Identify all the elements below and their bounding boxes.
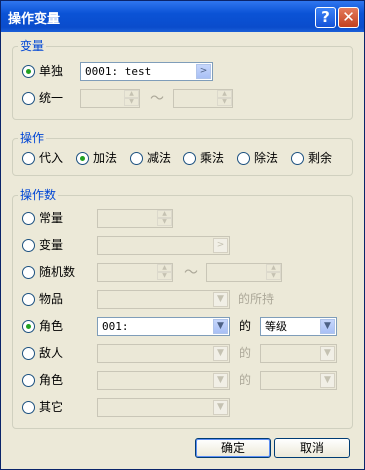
spinner-arrows-icon[interactable]: ▲ ▼ [157, 264, 172, 281]
single-variable-label: 单独 [39, 64, 64, 78]
character-attribute-select[interactable]: ▼ [260, 371, 337, 390]
operand-item-radio[interactable] [22, 293, 35, 306]
operation-group-title: 操作 [18, 131, 47, 145]
chevron-down-icon[interactable]: ▼ [320, 373, 335, 388]
op-modulo-label: 剩余 [308, 151, 333, 165]
operand-group-title: 操作数 [18, 188, 59, 202]
title-bar: 操作变量 ? ✕ [1, 1, 364, 32]
chevron-down-icon[interactable]: ▼ [213, 373, 228, 388]
op-subtract-radio[interactable] [130, 152, 143, 165]
variable-group [12, 46, 353, 120]
op-divide-radio[interactable] [237, 152, 250, 165]
operand-variable-label: 变量 [39, 238, 64, 252]
spinner-arrows-icon[interactable]: ▲ ▼ [266, 264, 281, 281]
single-variable-value: 0001: test [85, 65, 152, 78]
close-icon[interactable]: ✕ [338, 7, 359, 28]
chevron-down-icon[interactable]: ▼ [213, 400, 228, 415]
op-add-label: 加法 [93, 151, 118, 165]
random-range-separator: ～ [184, 265, 198, 281]
actor-select-value: 001: [102, 320, 129, 333]
cancel-button[interactable]: 取消 [274, 438, 350, 458]
range-separator: ～ [150, 91, 164, 107]
window-title: 操作变量 [8, 12, 61, 27]
op-modulo-radio[interactable] [291, 152, 304, 165]
ok-button[interactable]: 确定 [195, 438, 271, 458]
actor-select[interactable]: 001: ▼ [97, 317, 230, 336]
actor-attribute-value: 等级 [265, 320, 287, 333]
spinner-arrows-icon[interactable]: ▲ ▼ [157, 210, 172, 227]
random-min-spinner[interactable]: ▲ ▼ [97, 263, 173, 282]
operand-enemy-radio[interactable] [22, 347, 35, 360]
item-select[interactable]: ▼ [97, 290, 230, 309]
operand-variable-select[interactable]: > [97, 236, 230, 255]
op-add-radio[interactable] [76, 152, 89, 165]
chevron-down-icon[interactable]: ▼ [213, 292, 228, 307]
chevron-right-icon[interactable]: > [196, 64, 211, 79]
operand-variable-radio[interactable] [22, 239, 35, 252]
operand-other-label: 其它 [39, 400, 64, 414]
other-select[interactable]: ▼ [97, 398, 230, 417]
operand-other-radio[interactable] [22, 401, 35, 414]
spinner-arrows-icon[interactable]: ▲ ▼ [217, 90, 232, 107]
chevron-down-icon[interactable]: ▼ [213, 346, 228, 361]
operand-constant-label: 常量 [39, 211, 64, 225]
actor-of-label: 的 [239, 319, 252, 333]
character-select[interactable]: ▼ [97, 371, 230, 390]
op-multiply-label: 乘法 [200, 151, 225, 165]
help-icon[interactable]: ? [315, 7, 336, 28]
unify-start-spinner[interactable]: ▲ ▼ [80, 89, 140, 108]
constant-spinner[interactable]: ▲ ▼ [97, 209, 173, 228]
character-of-label: 的 [239, 373, 252, 387]
enemy-attribute-select[interactable]: ▼ [260, 344, 337, 363]
operand-group [12, 195, 353, 429]
op-divide-label: 除法 [254, 151, 279, 165]
op-multiply-radio[interactable] [183, 152, 196, 165]
variable-group-title: 变量 [18, 39, 47, 53]
chevron-down-icon[interactable]: ▼ [213, 319, 228, 334]
operand-random-radio[interactable] [22, 266, 35, 279]
enemy-select[interactable]: ▼ [97, 344, 230, 363]
operand-random-label: 随机数 [39, 265, 76, 279]
operand-actor-radio[interactable] [22, 320, 35, 333]
operand-character-radio[interactable] [22, 374, 35, 387]
spinner-arrows-icon[interactable]: ▲ ▼ [124, 90, 139, 107]
single-variable-select[interactable]: 0001: test > [80, 62, 213, 81]
chevron-right-icon[interactable]: > [213, 238, 228, 253]
operand-actor-label: 角色 [39, 319, 64, 333]
actor-attribute-select[interactable]: 等级 ▼ [260, 317, 337, 336]
unify-variable-radio[interactable] [22, 92, 35, 105]
single-variable-radio[interactable] [22, 65, 35, 78]
operand-enemy-label: 敌人 [39, 346, 64, 360]
chevron-down-icon[interactable]: ▼ [320, 319, 335, 334]
enemy-of-label: 的 [239, 346, 252, 360]
chevron-down-icon[interactable]: ▼ [320, 346, 335, 361]
operand-character-label: 角色 [39, 373, 64, 387]
op-subtract-label: 减法 [147, 151, 172, 165]
op-assign-label: 代入 [39, 151, 64, 165]
dialog-body: 变量 单独 0001: test > 统一 ▲ ▼ ～ ▲ ▼ 操作 代入 加法 减… [2, 32, 363, 469]
operand-constant-radio[interactable] [22, 212, 35, 225]
item-suffix: 的所持 [238, 292, 275, 306]
operate-variable-dialog: 操作变量 ? ✕ 变量 单独 0001: test > 统一 ▲ ▼ ～ ▲ ▼ 操… [0, 0, 365, 470]
op-assign-radio[interactable] [22, 152, 35, 165]
unify-end-spinner[interactable]: ▲ ▼ [173, 89, 233, 108]
operand-item-label: 物品 [39, 292, 64, 306]
random-max-spinner[interactable]: ▲ ▼ [206, 263, 282, 282]
unify-variable-label: 统一 [39, 91, 64, 105]
